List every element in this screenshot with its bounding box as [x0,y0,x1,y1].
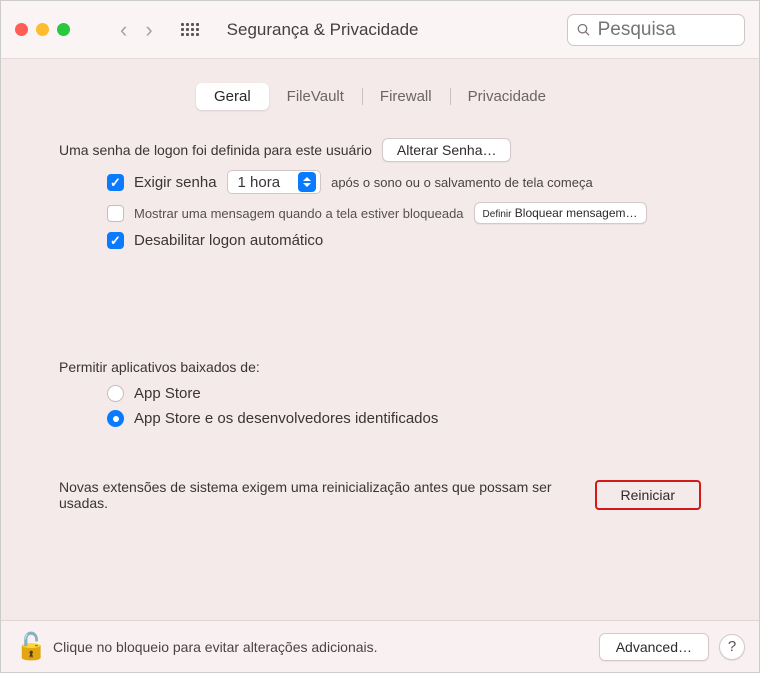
allow-downloads-header: Permitir aplicativos baixados de: [59,359,260,375]
radio-appstore-identified[interactable] [107,410,124,427]
back-button[interactable]: ‹ [120,17,127,43]
require-password-delay-select[interactable]: 1 hora [227,170,322,194]
tab-privacy[interactable]: Privacidade [450,83,564,110]
radio-appstore-identified-label: App Store e os desenvolvedores identific… [134,410,438,427]
set-lock-message-button[interactable]: Definir Bloquear mensagem… [474,202,647,224]
disable-autologin-label: Desabilitar logon automático [134,232,323,249]
tab-filevault[interactable]: FileVault [269,83,362,110]
require-password-label: Exigir senha [134,174,217,191]
radio-appstore[interactable] [107,385,124,402]
search-input[interactable] [598,19,736,41]
preferences-window: ‹ › Segurança & Privacidade Geral FileVa… [0,0,760,673]
require-password-suffix: após o sono ou o salvamento de tela come… [331,175,593,190]
tab-bar: Geral FileVault Firewall Privacidade [1,83,759,110]
toolbar: ‹ › Segurança & Privacidade [1,1,759,59]
nav-arrows: ‹ › [120,17,153,43]
window-title: Segurança & Privacidade [227,20,419,40]
disable-autologin-checkbox[interactable] [107,232,124,249]
change-password-button[interactable]: Alterar Senha… [382,138,512,162]
advanced-button[interactable]: Advanced… [599,633,709,661]
password-set-label: Uma senha de logon foi definida para est… [59,142,372,158]
search-field[interactable] [567,14,745,46]
extensions-restart-text: Novas extensões de sistema exigem uma re… [59,479,585,511]
zoom-window-button[interactable] [57,23,70,36]
search-icon [576,21,592,39]
content-area: Geral FileVault Firewall Privacidade Uma… [1,59,759,672]
show-all-icon[interactable] [181,23,199,36]
lock-hint-text: Clique no bloqueio para evitar alteraçõe… [53,639,378,655]
radio-appstore-label: App Store [134,385,201,402]
show-lock-message-label: Mostrar uma mensagem quando a tela estiv… [134,206,464,221]
minimize-window-button[interactable] [36,23,49,36]
window-controls [15,23,70,36]
set-lock-message-text: Bloquear mensagem… [515,206,638,220]
close-window-button[interactable] [15,23,28,36]
require-password-delay-value: 1 hora [238,174,281,191]
help-button[interactable]: ? [719,634,745,660]
tab-general[interactable]: Geral [196,83,269,110]
lock-icon[interactable]: 🔓 [15,631,43,662]
restart-button[interactable]: Reiniciar [595,480,701,510]
forward-button[interactable]: › [145,17,152,43]
tab-firewall[interactable]: Firewall [362,83,450,110]
general-panel: Uma senha de logon foi definida para est… [1,110,759,620]
footer-bar: 🔓 Clique no bloqueio para evitar alteraç… [1,620,759,672]
updown-arrows-icon [298,172,316,192]
set-lock-message-prefix: Definir [483,209,512,220]
show-lock-message-checkbox[interactable] [107,205,124,222]
require-password-checkbox[interactable] [107,174,124,191]
